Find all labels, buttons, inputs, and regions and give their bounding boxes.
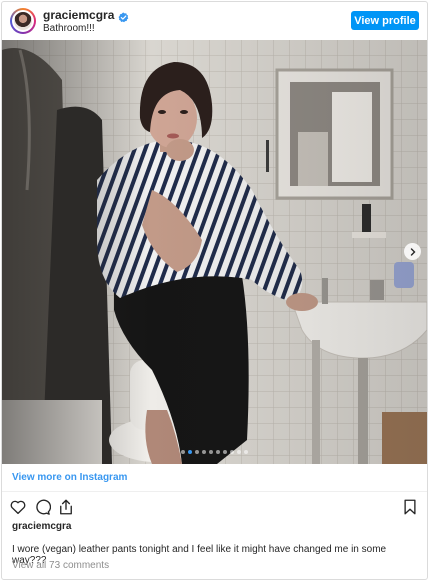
bookmark-icon[interactable] bbox=[401, 498, 419, 516]
username-row: graciemcgra bbox=[43, 8, 129, 22]
view-profile-button[interactable]: View profile bbox=[351, 11, 419, 30]
chevron-right-icon bbox=[410, 247, 415, 256]
post-photo-image bbox=[2, 40, 427, 464]
carousel-dot bbox=[181, 450, 185, 454]
username-link[interactable]: graciemcgra bbox=[43, 8, 114, 22]
divider bbox=[2, 491, 427, 492]
carousel-dot bbox=[195, 450, 199, 454]
comment-icon[interactable] bbox=[33, 498, 51, 516]
carousel-dot bbox=[202, 450, 206, 454]
carousel-dot bbox=[188, 450, 192, 454]
carousel-dot bbox=[223, 450, 227, 454]
location-link[interactable]: Bathroom!!! bbox=[43, 23, 95, 34]
view-comments-link[interactable]: View all 73 comments bbox=[12, 560, 109, 571]
share-icon[interactable] bbox=[57, 498, 75, 516]
instagram-embed-card: graciemcgra Bathroom!!! View profile Vie… bbox=[1, 1, 428, 580]
carousel-dot bbox=[209, 450, 213, 454]
carousel-indicator bbox=[2, 450, 427, 454]
carousel-dot bbox=[216, 450, 220, 454]
post-actions bbox=[9, 498, 75, 516]
post-header: graciemcgra Bathroom!!! View profile bbox=[2, 2, 427, 40]
carousel-next-button[interactable] bbox=[404, 243, 421, 260]
view-more-on-instagram-link[interactable]: View more on Instagram bbox=[12, 472, 127, 483]
post-photo[interactable] bbox=[2, 40, 427, 464]
avatar-image bbox=[12, 10, 34, 32]
verified-badge-icon bbox=[118, 10, 129, 22]
caption-username[interactable]: graciemcgra bbox=[12, 521, 71, 532]
heart-icon[interactable] bbox=[9, 498, 27, 516]
carousel-dot bbox=[230, 450, 234, 454]
carousel-dot bbox=[244, 450, 248, 454]
carousel-dot bbox=[237, 450, 241, 454]
avatar[interactable] bbox=[10, 8, 36, 34]
